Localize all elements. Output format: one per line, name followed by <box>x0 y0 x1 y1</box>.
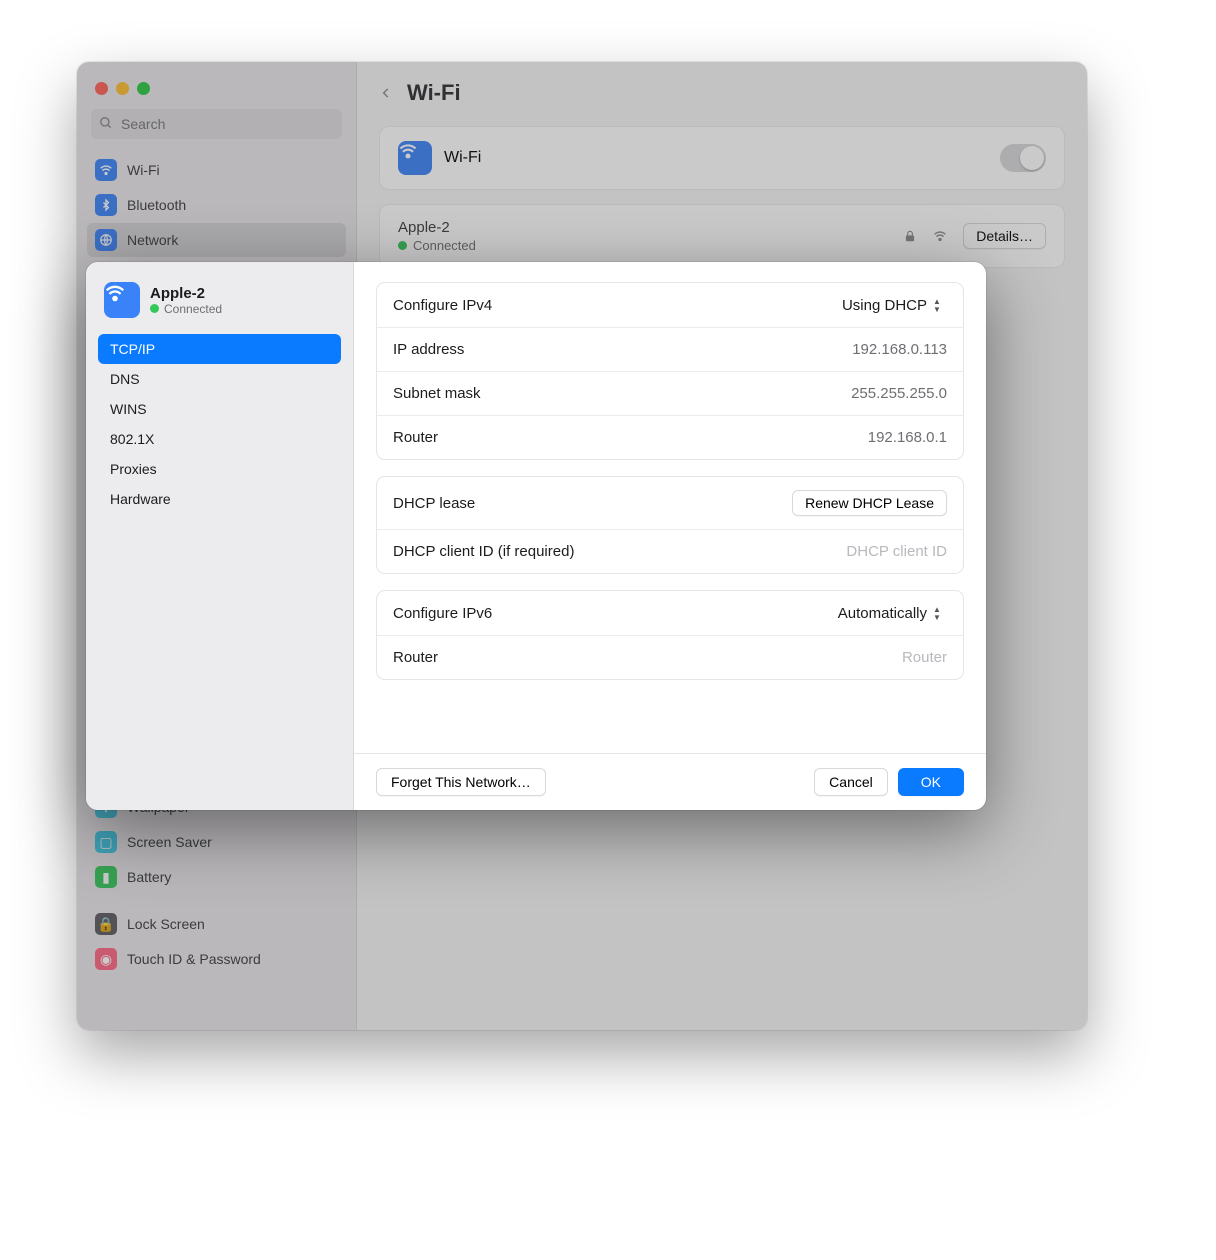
tab-tcpip[interactable]: TCP/IP <box>98 334 341 364</box>
modal-sidebar: Apple-2 Connected TCP/IP DNS WINS 802.1X… <box>86 262 354 810</box>
ip-address-value: 192.168.0.113 <box>852 341 947 358</box>
configure-ipv6-label: Configure IPv6 <box>393 605 492 622</box>
configure-ipv4-label: Configure IPv4 <box>393 297 492 314</box>
configure-ipv6-popup[interactable]: Automatically <box>838 604 947 622</box>
forget-network-button[interactable]: Forget This Network… <box>376 768 546 796</box>
ipv4-group: Configure IPv4 Using DHCP IP address 192… <box>376 282 964 460</box>
chevron-updown-icon <box>933 604 947 622</box>
chevron-updown-icon <box>933 296 947 314</box>
tab-hardware[interactable]: Hardware <box>98 484 341 514</box>
router-value: 192.168.0.1 <box>868 429 947 446</box>
dhcp-client-id-input[interactable] <box>747 543 947 560</box>
status-dot-icon <box>150 304 159 313</box>
router6-label: Router <box>393 649 438 666</box>
tab-wins[interactable]: WINS <box>98 394 341 424</box>
ok-button[interactable]: OK <box>898 768 964 796</box>
modal-network-status: Connected <box>164 302 222 316</box>
dhcp-lease-label: DHCP lease <box>393 495 475 512</box>
modal-footer: Forget This Network… Cancel OK <box>354 753 986 810</box>
dhcp-group: DHCP lease Renew DHCP Lease DHCP client … <box>376 476 964 574</box>
network-details-modal: Apple-2 Connected TCP/IP DNS WINS 802.1X… <box>86 262 986 810</box>
tab-proxies[interactable]: Proxies <box>98 454 341 484</box>
subnet-label: Subnet mask <box>393 385 481 402</box>
wifi-icon <box>104 282 140 318</box>
cancel-button[interactable]: Cancel <box>814 768 888 796</box>
modal-content: Configure IPv4 Using DHCP IP address 192… <box>354 262 986 810</box>
configure-ipv4-popup[interactable]: Using DHCP <box>842 296 947 314</box>
dhcp-client-id-label: DHCP client ID (if required) <box>393 543 574 560</box>
ip-address-label: IP address <box>393 341 464 358</box>
subnet-value: 255.255.255.0 <box>851 385 947 402</box>
ipv6-group: Configure IPv6 Automatically Router Rout… <box>376 590 964 680</box>
renew-dhcp-button[interactable]: Renew DHCP Lease <box>792 490 947 516</box>
router6-placeholder: Router <box>902 649 947 666</box>
tab-dns[interactable]: DNS <box>98 364 341 394</box>
router-label: Router <box>393 429 438 446</box>
modal-network-name: Apple-2 <box>150 285 222 302</box>
tab-8021x[interactable]: 802.1X <box>98 424 341 454</box>
